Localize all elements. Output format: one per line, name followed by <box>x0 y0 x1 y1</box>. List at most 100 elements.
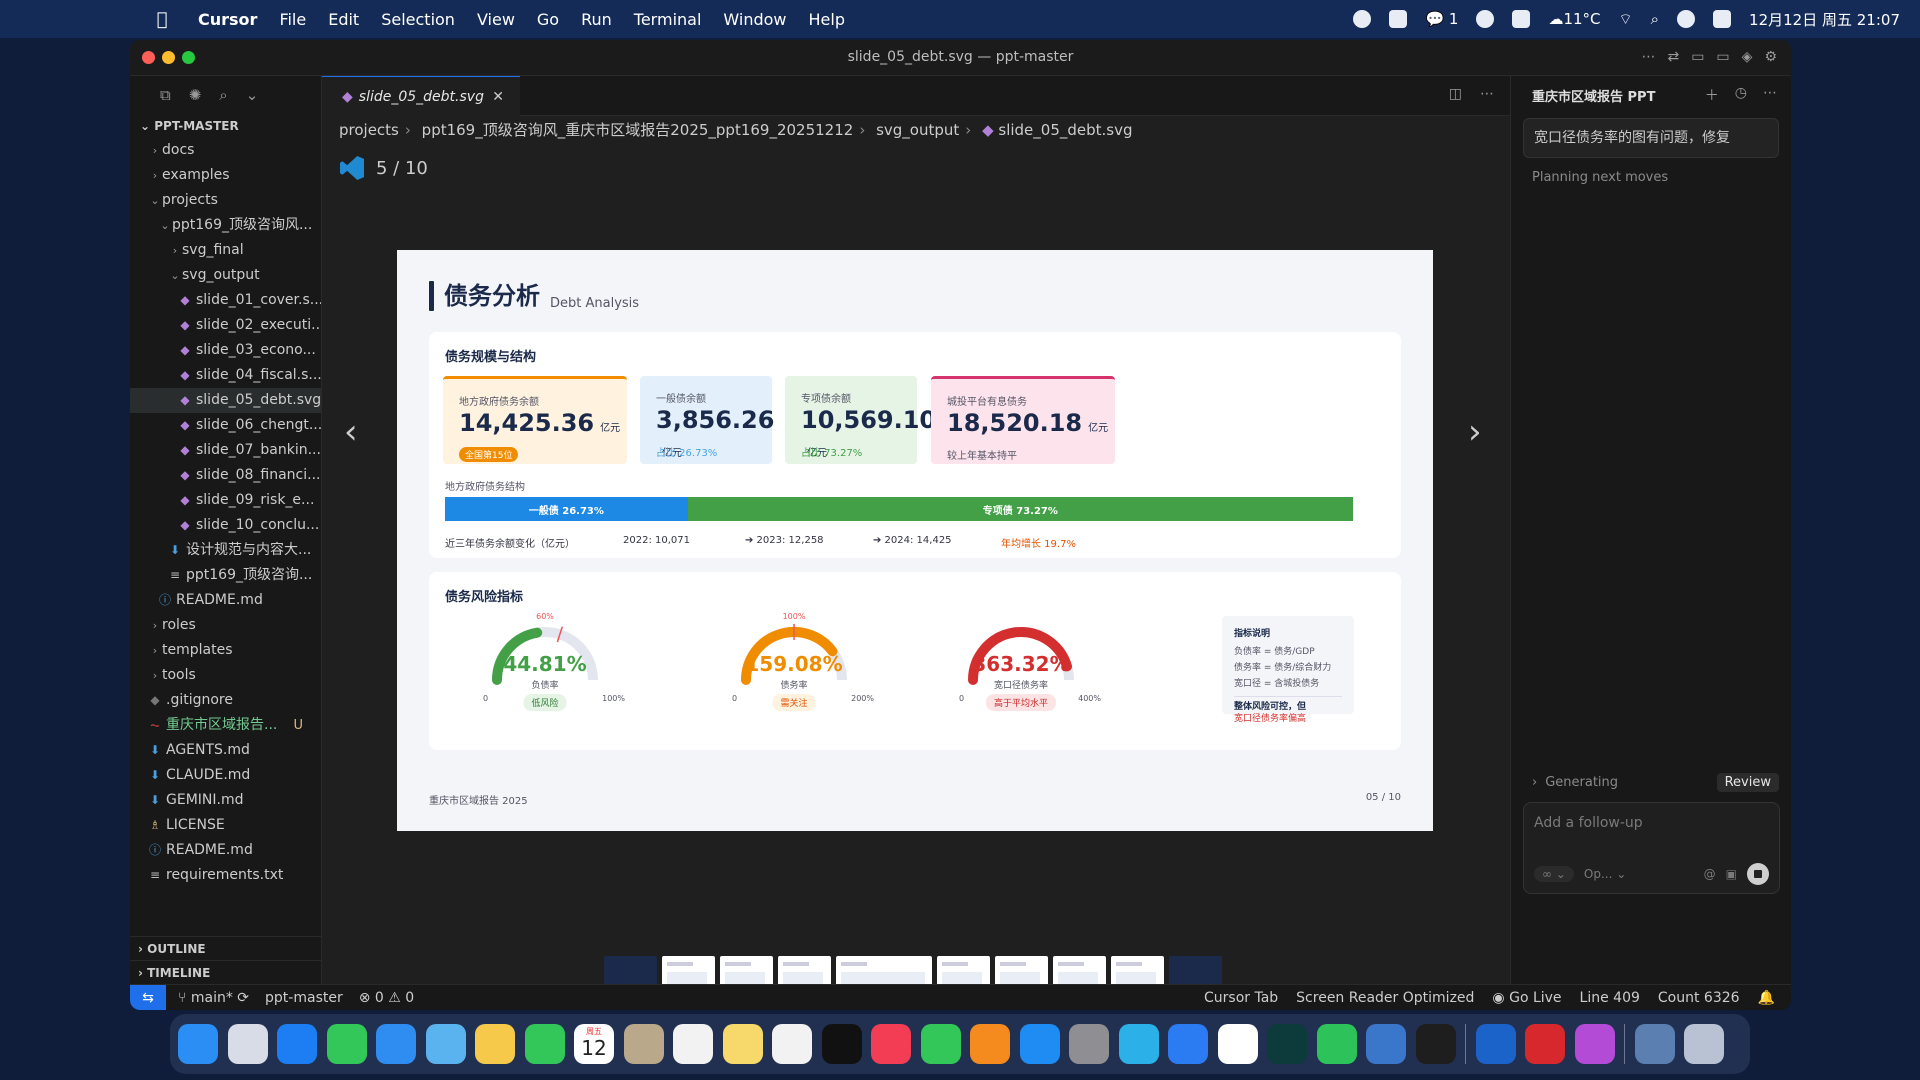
menu-selection[interactable]: Selection <box>381 10 455 29</box>
tree-folder[interactable]: › templates <box>130 638 321 663</box>
dock-mail-icon[interactable] <box>376 1024 416 1064</box>
go-live-button[interactable]: ◉ Go Live <box>1492 990 1561 1006</box>
tree-file[interactable]: ◆ slide_10_conclu... <box>130 513 321 538</box>
dock-pages-icon[interactable] <box>970 1024 1010 1064</box>
cat-icon[interactable] <box>1512 10 1531 28</box>
dock-cursor-app-icon[interactable] <box>1415 1024 1456 1064</box>
outline-section[interactable]: › OUTLINE <box>130 936 321 960</box>
menu-go[interactable]: Go <box>537 10 559 29</box>
dock-maps-icon[interactable] <box>425 1024 466 1064</box>
split-editor-icon[interactable]: ◫ <box>1449 86 1462 102</box>
toggle-panel-icon[interactable]: ▭ <box>1716 49 1729 65</box>
dock-calendar-icon[interactable]: 周五 12 <box>574 1024 614 1064</box>
image-attach-icon[interactable]: ▣ <box>1726 867 1737 881</box>
notification-bell-icon[interactable]: 🔔 <box>1758 990 1775 1006</box>
toggle-sidebar-icon[interactable]: ▭ <box>1691 49 1704 65</box>
stop-generation-button[interactable] <box>1747 863 1769 885</box>
dock-photos-icon[interactable] <box>475 1024 515 1064</box>
tree-file[interactable]: ◆ slide_02_executi... <box>130 313 321 338</box>
breadcrumb-item[interactable]: svg_output <box>876 121 959 139</box>
settings-gear-icon[interactable]: ⚙ <box>1764 49 1777 65</box>
dock-trash-icon[interactable] <box>1684 1024 1724 1064</box>
menu-help[interactable]: Help <box>809 10 845 29</box>
dock-notion-icon[interactable] <box>1217 1024 1258 1064</box>
remote-icon[interactable]: ⇆ <box>130 984 166 1010</box>
dock-downloads-icon[interactable] <box>1634 1024 1675 1064</box>
vpn-icon[interactable] <box>1476 10 1495 28</box>
tree-folder[interactable]: ⌄ ppt169_顶级咨询风... <box>130 213 321 238</box>
dock-wechat-icon[interactable] <box>1316 1024 1357 1064</box>
tree-file[interactable]: ◆ slide_05_debt.svg <box>130 388 321 413</box>
tree-file[interactable]: ⬇ CLAUDE.md <box>130 763 321 788</box>
timeline-section[interactable]: › TIMELINE <box>130 960 321 984</box>
tree-file[interactable]: ≡ requirements.txt <box>130 863 321 888</box>
review-button[interactable]: Review <box>1716 772 1779 792</box>
tree-folder[interactable]: › examples <box>130 163 321 188</box>
menu-run[interactable]: Run <box>581 10 612 29</box>
generating-row[interactable]: › Generating Review <box>1532 770 1779 794</box>
siri-icon[interactable] <box>1677 10 1696 28</box>
new-chat-plus-icon[interactable]: ＋ <box>1705 85 1719 105</box>
dock-browser-icon[interactable] <box>1366 1024 1406 1064</box>
dock-app-cat-icon[interactable] <box>1574 1024 1615 1064</box>
tree-file[interactable]: ⏦ 重庆市区域报告... U <box>130 713 321 738</box>
tree-file[interactable]: ⓘ README.md <box>130 838 321 863</box>
close-tab-icon[interactable]: ✕ <box>492 89 504 105</box>
mention-at-icon[interactable]: @ <box>1704 867 1716 881</box>
dock-tv-icon[interactable] <box>821 1024 862 1064</box>
breadcrumb-item[interactable]: ppt169_顶级咨询风_重庆市区域报告2025_ppt169_20251212 <box>422 121 854 139</box>
menu-edit[interactable]: Edit <box>328 10 359 29</box>
menu-window[interactable]: Window <box>723 10 786 29</box>
menu-file[interactable]: File <box>279 10 306 29</box>
cursor-position[interactable]: Line 409 <box>1580 990 1640 1006</box>
tree-folder[interactable]: ⌄ projects <box>130 188 321 213</box>
more-actions-icon[interactable]: ⋯ <box>1763 85 1777 105</box>
problems-indicator[interactable]: ⊗ 0 ⚠ 0 <box>359 990 414 1006</box>
menu-terminal[interactable]: Terminal <box>634 10 702 29</box>
dock-music-icon[interactable] <box>871 1024 911 1064</box>
more-actions-icon[interactable]: ⋯ <box>1480 86 1494 102</box>
openai-icon[interactable]: ✺ <box>189 86 202 104</box>
menu-view[interactable]: View <box>477 10 515 29</box>
dock-messages-icon[interactable] <box>326 1024 367 1064</box>
follow-up-input[interactable]: Add a follow-up ∞ ⌄ Op... ⌄ @ ▣ <box>1523 802 1780 894</box>
more-actions-icon[interactable]: ⋯ <box>1641 49 1655 65</box>
tree-file[interactable]: ⬇ 设计规范与内容大... <box>130 538 321 563</box>
dock-app-store-icon[interactable] <box>1019 1024 1060 1064</box>
tree-folder[interactable]: › roles <box>130 613 321 638</box>
screen-reader-status[interactable]: Screen Reader Optimized <box>1296 990 1474 1006</box>
tree-file[interactable]: ◆ slide_09_risk_e... <box>130 488 321 513</box>
dock-cursor-icon[interactable] <box>1267 1024 1307 1064</box>
tree-file[interactable]: ◆ slide_06_chengt... <box>130 413 321 438</box>
tree-folder[interactable]: › tools <box>130 663 321 688</box>
tree-file[interactable]: ◆ slide_04_fiscal.s... <box>130 363 321 388</box>
wechat-status[interactable]: 💬 1 <box>1425 10 1458 28</box>
infinity-mode-icon[interactable]: ∞ ⌄ <box>1534 866 1574 882</box>
tree-folder[interactable]: › svg_final <box>130 238 321 263</box>
explorer-root[interactable]: ⌄ PPT-MASTER <box>130 114 321 138</box>
dock-contacts-icon[interactable] <box>623 1024 664 1064</box>
dock-freeform-icon[interactable] <box>772 1024 812 1064</box>
dock-facetime-icon[interactable] <box>524 1024 565 1064</box>
tree-file[interactable]: ⬇ AGENTS.md <box>130 738 321 763</box>
control-center-icon[interactable] <box>1713 10 1732 28</box>
dock-reminders-icon[interactable] <box>673 1024 713 1064</box>
model-select[interactable]: Op... ⌄ <box>1584 867 1626 881</box>
tree-file[interactable]: ⬇ GEMINI.md <box>130 788 321 813</box>
dock-acrobat-icon[interactable] <box>1525 1024 1565 1064</box>
tree-file[interactable]: ◆ slide_07_bankin... <box>130 438 321 463</box>
clock[interactable]: 12月12日 周五 21:07 <box>1749 9 1900 30</box>
extensions-icon[interactable]: ◈ <box>1742 49 1753 65</box>
breadcrumb-item[interactable]: slide_05_debt.svg <box>998 121 1132 139</box>
tab-slide-05-debt[interactable]: ◆ slide_05_debt.svg ✕ <box>322 76 520 116</box>
notion-menubar-icon[interactable] <box>1389 10 1408 28</box>
dock-numbers-icon[interactable] <box>920 1024 961 1064</box>
dock-safari-icon[interactable] <box>277 1024 317 1064</box>
dock-launchpad-icon[interactable] <box>227 1024 268 1064</box>
previous-slide-chevron-icon[interactable]: ‹ <box>344 412 358 452</box>
tree-file[interactable]: ◆ .gitignore <box>130 688 321 713</box>
spotlight-search-icon[interactable]: ⌕ <box>1651 10 1659 28</box>
next-slide-chevron-icon[interactable]: › <box>1468 412 1482 452</box>
chevron-down-icon[interactable]: ⌄ <box>246 86 259 104</box>
tree-file[interactable]: ◆ slide_01_cover.s... <box>130 288 321 313</box>
